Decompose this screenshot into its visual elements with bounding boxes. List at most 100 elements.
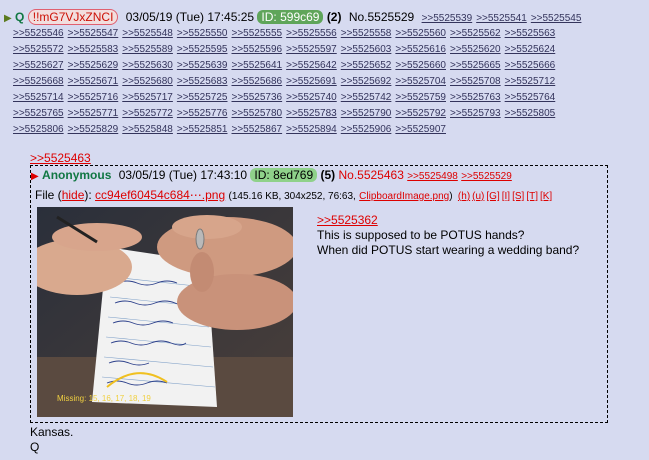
backlink[interactable]: >>5525793: [450, 108, 501, 119]
image-search-link[interactable]: [T]: [526, 191, 538, 202]
backlink[interactable]: >>5525641: [232, 60, 283, 71]
hide-link[interactable]: hide: [62, 188, 85, 202]
backlink[interactable]: >>5525848: [122, 124, 173, 135]
backlink[interactable]: >>5525783: [286, 108, 337, 119]
backlink[interactable]: >>5525620: [450, 44, 501, 55]
backlink[interactable]: >>5525806: [13, 124, 64, 135]
backlink[interactable]: >>5525541: [476, 13, 527, 24]
backlink[interactable]: >>5525627: [13, 60, 64, 71]
post-image[interactable]: Missing: 15, 16, 17, 18, 19: [37, 207, 293, 417]
backlink[interactable]: >>5525563: [505, 28, 556, 39]
reply-backlink[interactable]: >>5525498: [407, 171, 458, 182]
backlink[interactable]: >>5525805: [505, 108, 556, 119]
backlink[interactable]: >>5525716: [68, 92, 119, 103]
expand-arrow-icon[interactable]: ▶: [31, 171, 39, 182]
backlink[interactable]: >>5525583: [68, 44, 119, 55]
backlink[interactable]: >>5525736: [232, 92, 283, 103]
backlink[interactable]: >>5525776: [177, 108, 228, 119]
backlink[interactable]: >>5525771: [68, 108, 119, 119]
backlink[interactable]: >>5525725: [177, 92, 228, 103]
backlink[interactable]: >>5525629: [68, 60, 119, 71]
backlink[interactable]: >>5525686: [232, 76, 283, 87]
backlink[interactable]: >>5525742: [341, 92, 392, 103]
backlink[interactable]: >>5525589: [122, 44, 173, 55]
quote-link[interactable]: >>5525463: [30, 151, 91, 165]
backlink[interactable]: >>5525704: [395, 76, 446, 87]
backlink[interactable]: >>5525780: [232, 108, 283, 119]
backlink[interactable]: >>5525660: [395, 60, 446, 71]
backlink[interactable]: >>5525616: [395, 44, 446, 55]
backlink[interactable]: >>5525550: [177, 28, 228, 39]
reply-id-badge[interactable]: ID: 8ed769: [250, 168, 318, 182]
backlink[interactable]: >>5525560: [395, 28, 446, 39]
backlinks-row-0: >>5525539 >>5525541 >>5525545: [422, 10, 586, 24]
backlink[interactable]: >>5525790: [341, 108, 392, 119]
file-details: (145.16 KB, 304x252, 76:63,: [228, 191, 356, 202]
backlink[interactable]: >>5525595: [177, 44, 228, 55]
backlink[interactable]: >>5525562: [450, 28, 501, 39]
backlink[interactable]: >>5525555: [232, 28, 283, 39]
image-search-link[interactable]: (u): [472, 191, 484, 202]
backlink[interactable]: >>5525597: [286, 44, 337, 55]
backlink[interactable]: >>5525894: [286, 124, 337, 135]
backlink[interactable]: >>5525572: [13, 44, 64, 55]
backlink[interactable]: >>5525740: [286, 92, 337, 103]
backlink[interactable]: >>5525652: [341, 60, 392, 71]
backlink[interactable]: >>5525691: [286, 76, 337, 87]
backlink[interactable]: >>5525867: [232, 124, 283, 135]
hands-photo-image: Missing: 15, 16, 17, 18, 19: [37, 207, 293, 417]
backlink[interactable]: >>5525712: [505, 76, 556, 87]
backlink[interactable]: >>5525642: [286, 60, 337, 71]
backlink[interactable]: >>5525714: [13, 92, 64, 103]
image-search-links: (h) (u) [G] [I] [S] [T] [K]: [456, 188, 552, 202]
backlink[interactable]: >>5525624: [505, 44, 556, 55]
image-search-link[interactable]: (h): [458, 191, 470, 202]
backlink[interactable]: >>5525668: [13, 76, 64, 87]
post-number[interactable]: No.5525529: [349, 10, 414, 24]
backlink[interactable]: >>5525717: [122, 92, 173, 103]
clipboard-filename-link[interactable]: ClipboardImage.png: [359, 191, 449, 202]
backlink[interactable]: >>5525546: [13, 28, 64, 39]
filename-link[interactable]: cc94ef60454c684⋯.png: [95, 188, 225, 202]
image-search-link[interactable]: [I]: [502, 191, 510, 202]
backlink[interactable]: >>5525680: [122, 76, 173, 87]
backlink[interactable]: >>5525596: [232, 44, 283, 55]
expand-arrow-icon[interactable]: ▶: [4, 13, 12, 24]
backlink[interactable]: >>5525692: [341, 76, 392, 87]
backlink[interactable]: >>5525556: [286, 28, 337, 39]
reply-backlink[interactable]: >>5525529: [461, 171, 512, 182]
backlink[interactable]: >>5525708: [450, 76, 501, 87]
backlinks-row: >>5525668 >>5525671 >>5525680 >>5525683 >>55…: [13, 75, 559, 88]
backlink[interactable]: >>5525907: [395, 124, 446, 135]
backlink[interactable]: >>5525603: [341, 44, 392, 55]
backlink[interactable]: >>5525558: [341, 28, 392, 39]
backlink[interactable]: >>5525851: [177, 124, 228, 135]
backlink[interactable]: >>5525772: [122, 108, 173, 119]
reply-header: ▶ Anonymous 03/05/19 (Tue) 17:43:10 ID: …: [31, 168, 512, 184]
reply-post-number[interactable]: No.5525463: [338, 168, 403, 182]
backlink[interactable]: >>5525630: [122, 60, 173, 71]
body-line: Kansas.: [30, 425, 74, 439]
backlink[interactable]: >>5525792: [395, 108, 446, 119]
backlink[interactable]: >>5525759: [395, 92, 446, 103]
backlink[interactable]: >>5525666: [505, 60, 556, 71]
backlink[interactable]: >>5525547: [68, 28, 119, 39]
backlink[interactable]: >>5525764: [505, 92, 556, 103]
backlink[interactable]: >>5525671: [68, 76, 119, 87]
image-search-link[interactable]: [G]: [486, 191, 499, 202]
backlink[interactable]: >>5525539: [422, 13, 473, 24]
backlink[interactable]: >>5525545: [531, 13, 582, 24]
backlink[interactable]: >>5525683: [177, 76, 228, 87]
backlink[interactable]: >>5525829: [68, 124, 119, 135]
image-search-link[interactable]: [K]: [540, 191, 552, 202]
backlink[interactable]: >>5525665: [450, 60, 501, 71]
image-search-link[interactable]: [S]: [512, 191, 524, 202]
backlink[interactable]: >>5525906: [341, 124, 392, 135]
backlink[interactable]: >>5525765: [13, 108, 64, 119]
backlink[interactable]: >>5525763: [450, 92, 501, 103]
message-quote-link[interactable]: >>5525362: [317, 213, 378, 227]
backlinks-row: >>5525627 >>5525629 >>5525630 >>5525639 >>55…: [13, 59, 559, 72]
backlink[interactable]: >>5525548: [122, 28, 173, 39]
backlink[interactable]: >>5525639: [177, 60, 228, 71]
poster-id-badge[interactable]: ID: 599c69: [257, 10, 324, 24]
